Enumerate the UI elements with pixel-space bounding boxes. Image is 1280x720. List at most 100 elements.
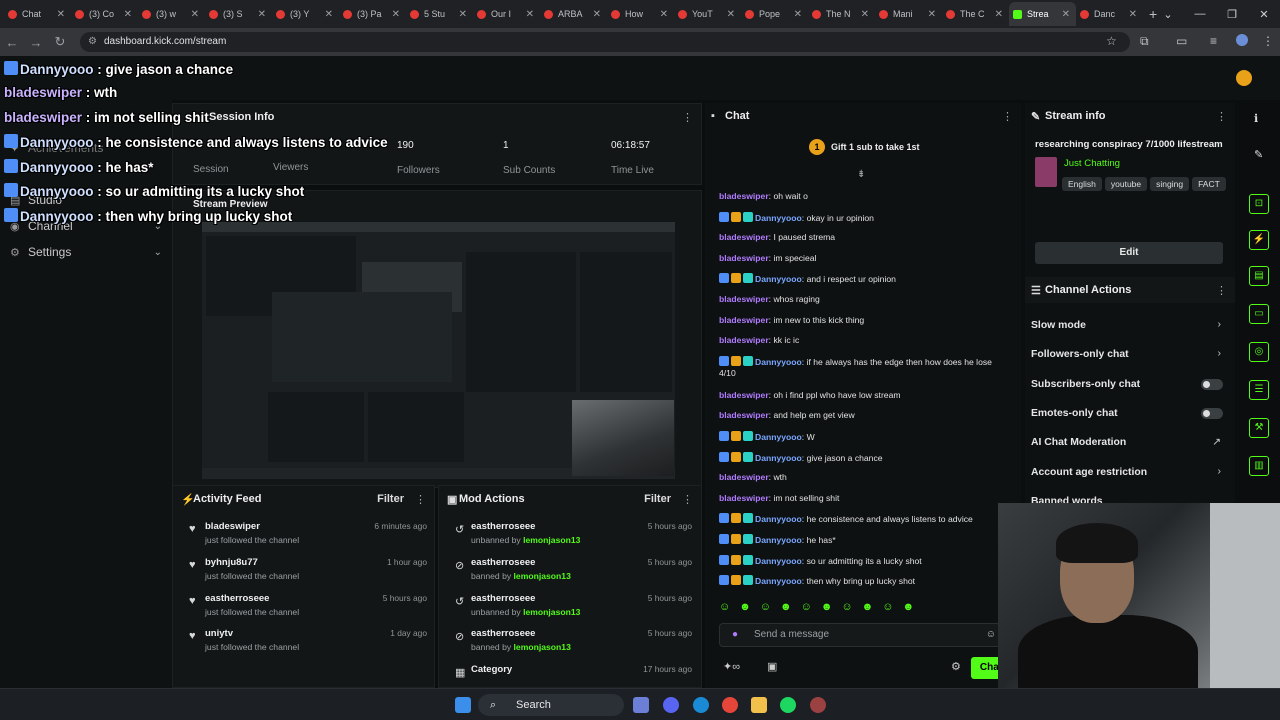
close-tab-icon[interactable]: ✕ xyxy=(526,9,534,20)
rail-chat-icon[interactable]: ▭ xyxy=(1249,304,1269,324)
profile-avatar[interactable] xyxy=(1236,34,1248,46)
close-tab-icon[interactable]: ✕ xyxy=(1062,9,1070,20)
ai-moderation-option[interactable]: AI Chat Moderation ↗ xyxy=(1031,437,1227,448)
chat-username[interactable]: Dannyyooo xyxy=(755,213,802,223)
chat-tools-icon[interactable]: ✦∞ xyxy=(723,660,740,673)
chat-message-input[interactable]: ● Send a message ☺ xyxy=(719,623,1001,647)
browser-tab[interactable]: (3) S ✕ xyxy=(205,2,272,26)
close-tab-icon[interactable]: ✕ xyxy=(727,9,735,20)
chat-username[interactable]: bladeswiper xyxy=(719,253,769,263)
browser-tab[interactable]: Danc ✕ xyxy=(1076,2,1143,26)
bookmark-star-icon[interactable]: ☆ xyxy=(1106,34,1117,48)
close-tab-icon[interactable]: ✕ xyxy=(392,9,400,20)
file-explorer-icon[interactable] xyxy=(751,697,767,713)
close-tab-icon[interactable]: ✕ xyxy=(660,9,668,20)
mod-filter-button[interactable]: Filter xyxy=(644,493,671,505)
stream-category[interactable]: Just Chatting xyxy=(1064,158,1120,169)
back-icon[interactable]: ← xyxy=(0,35,24,50)
browser-tab[interactable]: How ✕ xyxy=(607,2,674,26)
close-tab-icon[interactable]: ✕ xyxy=(1129,9,1137,20)
more-options-icon[interactable]: ⋮ xyxy=(682,111,693,124)
sidebar-item-settings[interactable]: ⚙ Settings ⌄ xyxy=(10,242,162,262)
reload-icon[interactable]: ↻ xyxy=(48,34,72,50)
chat-username[interactable]: bladeswiper xyxy=(719,493,769,503)
browser-tab[interactable]: (3) Pa ✕ xyxy=(339,2,406,26)
browser-tab[interactable]: Pope ✕ xyxy=(741,2,808,26)
chat-username[interactable]: bladeswiper xyxy=(719,294,769,304)
more-options-icon[interactable]: ⋮ xyxy=(1002,110,1013,123)
emotes-only-option[interactable]: Emotes-only chat xyxy=(1031,408,1227,419)
chat-username[interactable]: bladeswiper xyxy=(719,232,769,242)
mic-icon[interactable]: ● xyxy=(732,624,738,646)
chat-username[interactable]: Dannyyooo xyxy=(755,556,802,566)
forward-icon[interactable]: → xyxy=(24,35,48,50)
close-tab-icon[interactable]: ✕ xyxy=(258,9,266,20)
discord-icon[interactable] xyxy=(663,697,679,713)
browser-tab[interactable]: (3) w ✕ xyxy=(138,2,205,26)
chat-username[interactable]: Dannyyooo xyxy=(755,514,802,524)
browser-tab[interactable]: YouT ✕ xyxy=(674,2,741,26)
user-avatar[interactable] xyxy=(1236,70,1252,86)
browser-tab[interactable]: Mani ✕ xyxy=(875,2,942,26)
more-options-icon[interactable]: ⋮ xyxy=(682,493,693,506)
more-options-icon[interactable]: ⋮ xyxy=(415,493,426,506)
chat-settings-icon[interactable]: ⚙ xyxy=(951,660,961,673)
account-age-option[interactable]: Account age restriction › xyxy=(1031,466,1227,478)
chat-username[interactable]: Dannyyooo xyxy=(755,357,802,367)
chat-username[interactable]: Dannyyooo xyxy=(755,453,802,463)
site-info-icon[interactable]: ⚙ xyxy=(88,32,97,52)
tag[interactable]: youtube xyxy=(1104,177,1148,191)
extensions-icon[interactable]: ⧉ xyxy=(1140,34,1149,49)
subscribers-only-option[interactable]: Subscribers-only chat xyxy=(1031,379,1227,390)
chat-username[interactable]: Dannyyooo xyxy=(755,535,802,545)
close-tab-icon[interactable]: ✕ xyxy=(861,9,869,20)
browser-tab[interactable]: The N ✕ xyxy=(808,2,875,26)
chat-username[interactable]: Dannyyooo xyxy=(755,274,802,284)
browser-tab[interactable]: ARBA ✕ xyxy=(540,2,607,26)
pin-icon[interactable]: ⇟ xyxy=(857,169,865,180)
close-tab-icon[interactable]: ✕ xyxy=(459,9,467,20)
close-tab-icon[interactable]: ✕ xyxy=(928,9,936,20)
chat-username[interactable]: bladeswiper xyxy=(719,335,769,345)
more-options-icon[interactable]: ⋮ xyxy=(1216,284,1227,297)
browser-menu-icon[interactable]: ⋮ xyxy=(1262,34,1274,48)
steam-icon[interactable] xyxy=(633,697,649,713)
more-options-icon[interactable]: ⋮ xyxy=(1216,110,1227,123)
browser-tab[interactable]: 5 Stu ✕ xyxy=(406,2,473,26)
rail-focus-icon[interactable]: ⊡ xyxy=(1249,194,1269,214)
rail-bolt-icon[interactable]: ⚡ xyxy=(1249,230,1269,250)
menu-list-icon[interactable]: ≡ xyxy=(1210,34,1217,48)
edit-stream-info-button[interactable]: Edit xyxy=(1035,242,1223,264)
tag[interactable]: FACT xyxy=(1192,177,1226,191)
close-tab-icon[interactable]: ✕ xyxy=(191,9,199,20)
edge-icon[interactable] xyxy=(693,697,709,713)
chat-username[interactable]: Dannyyooo xyxy=(755,432,802,442)
close-tab-icon[interactable]: ✕ xyxy=(593,9,601,20)
browser-tab[interactable]: (3) Y ✕ xyxy=(272,2,339,26)
taskbar-search[interactable]: ⌕ Search xyxy=(478,694,624,716)
slow-mode-option[interactable]: Slow mode › xyxy=(1031,319,1227,331)
emotes-only-toggle[interactable] xyxy=(1201,408,1223,419)
windows-start-icon[interactable] xyxy=(455,697,471,713)
emoji-icon[interactable]: ☺ xyxy=(986,624,996,646)
browser-tab[interactable]: Strea ✕ xyxy=(1009,2,1076,26)
info-icon[interactable]: ℹ xyxy=(1254,112,1258,125)
close-tab-icon[interactable]: ✕ xyxy=(995,9,1003,20)
rail-broadcast-icon[interactable]: ◎ xyxy=(1249,342,1269,362)
close-tab-icon[interactable]: ✕ xyxy=(325,9,333,20)
tag[interactable]: singing xyxy=(1150,177,1190,191)
browser-tab[interactable]: The C ✕ xyxy=(942,2,1009,26)
pencil-icon[interactable]: ✎ xyxy=(1254,148,1263,161)
subscribers-only-toggle[interactable] xyxy=(1201,379,1223,390)
followers-only-option[interactable]: Followers-only chat › xyxy=(1031,348,1227,360)
chat-username[interactable]: Dannyyooo xyxy=(755,576,802,586)
chrome-icon[interactable] xyxy=(722,697,738,713)
minimize-icon[interactable]: — xyxy=(1184,8,1216,20)
chat-username[interactable]: bladeswiper xyxy=(719,410,769,420)
maximize-icon[interactable]: ❐ xyxy=(1216,8,1248,21)
gift-icon[interactable]: ▣ xyxy=(767,660,777,673)
close-tab-icon[interactable]: ✕ xyxy=(794,9,802,20)
browser-tab[interactable]: (3) Co ✕ xyxy=(71,2,138,26)
gift-sub-banner[interactable]: 1 Gift 1 sub to take 1st xyxy=(809,139,920,155)
chat-username[interactable]: bladeswiper xyxy=(719,390,769,400)
